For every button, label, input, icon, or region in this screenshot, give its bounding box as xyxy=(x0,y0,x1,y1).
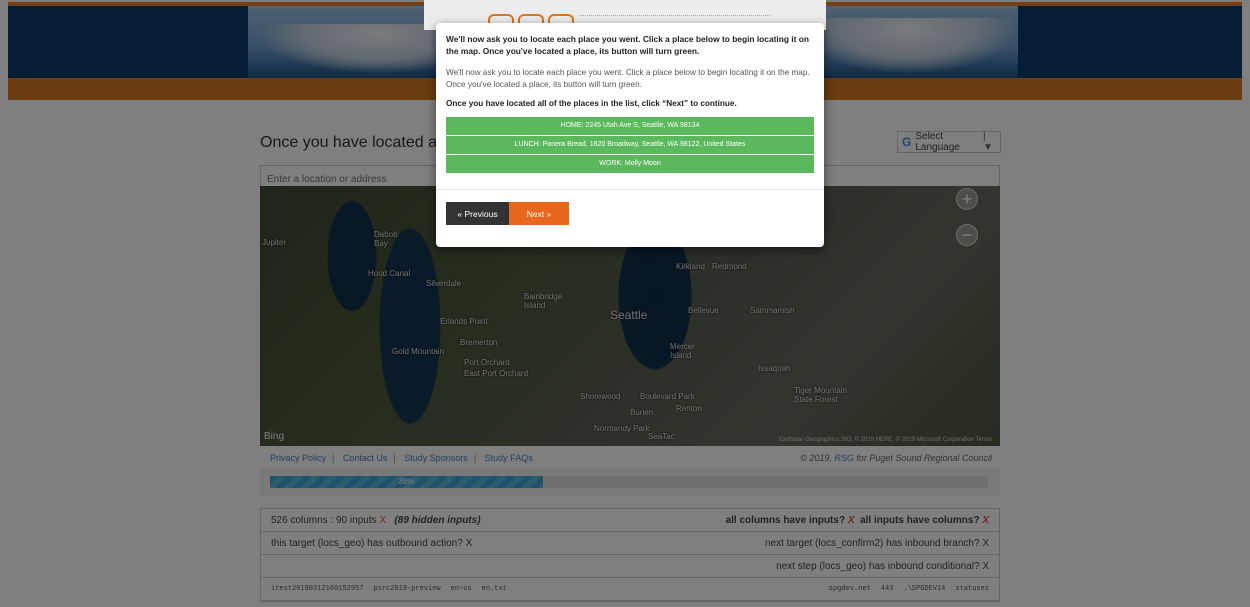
place-button-lunch[interactable]: LUNCH: Panera Bread, 1620 Broadway, Seat… xyxy=(446,136,814,154)
places-list: HOME: 2245 Utah Ave S, Seattle, WA 98134… xyxy=(446,117,814,174)
dialog-divider xyxy=(436,189,824,190)
tab-divider xyxy=(580,15,770,16)
previous-button[interactable]: « Previous xyxy=(446,202,509,225)
locate-places-dialog: We'll now ask you to locate each place y… xyxy=(436,23,824,247)
place-button-work[interactable]: WORK: Molly Moon xyxy=(446,155,814,173)
dialog-description: We'll now ask you to locate each place y… xyxy=(446,68,810,89)
next-button[interactable]: Next » xyxy=(509,202,569,225)
place-button-home[interactable]: HOME: 2245 Utah Ave S, Seattle, WA 98134 xyxy=(446,117,814,135)
dialog-question: We'll now ask you to locate each place y… xyxy=(446,34,809,56)
dialog-instruction: Once you have located all of the places … xyxy=(446,99,737,108)
